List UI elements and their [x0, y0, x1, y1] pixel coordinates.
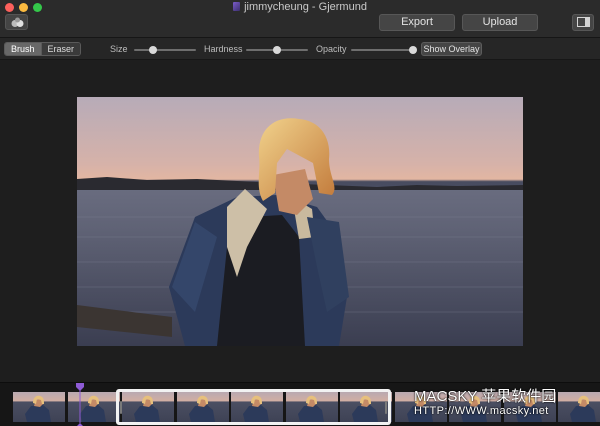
opacity-slider[interactable]: [351, 46, 417, 54]
photo-preview[interactable]: [77, 97, 523, 346]
trim-start-handle[interactable]: [120, 401, 122, 414]
frame-thumbnail-image: [25, 395, 51, 422]
watermark-line-2: HTTP://WWW.macsky.net: [414, 405, 549, 417]
document-icon: [233, 2, 241, 11]
eraser-mode-button[interactable]: Eraser: [40, 43, 81, 55]
hardness-slider[interactable]: [246, 46, 308, 54]
adjustments-button[interactable]: [5, 14, 28, 30]
size-label: Size: [110, 44, 128, 54]
toggle-sidebar-button[interactable]: [572, 14, 594, 31]
watermark-line-1: MACSKY 苹果软件园: [414, 388, 557, 405]
filmstrip-frame[interactable]: [13, 392, 65, 422]
trim-end-handle[interactable]: [385, 401, 387, 414]
window-title: jimmycheung - Gjermund: [244, 1, 367, 13]
brush-toolbar: Brush Eraser Size Hardness Opacity Show …: [0, 38, 600, 60]
editing-canvas[interactable]: [0, 61, 600, 382]
show-overlay-button[interactable]: Show Overlay: [421, 42, 482, 56]
brush-mode-button[interactable]: Brush: [5, 43, 41, 55]
portrait-photo-image: [77, 118, 523, 346]
circles-icon: [11, 17, 24, 27]
mode-segmented-control: Brush Eraser: [4, 42, 82, 56]
hardness-label: Hardness: [204, 44, 243, 54]
title-bar: jimmycheung - Gjermund Export Upload: [0, 0, 600, 38]
hardness-slider-knob[interactable]: [273, 46, 281, 54]
sidebar-icon: [577, 17, 590, 27]
upload-button[interactable]: Upload: [462, 14, 538, 31]
window-title-area: jimmycheung - Gjermund: [0, 1, 600, 13]
opacity-slider-knob[interactable]: [409, 46, 417, 54]
watermark: MACSKY 苹果软件园 HTTP://WWW.macsky.net: [414, 388, 599, 418]
opacity-label: Opacity: [316, 44, 347, 54]
trim-selection[interactable]: [116, 389, 391, 425]
export-button[interactable]: Export: [379, 14, 455, 31]
size-slider-knob[interactable]: [148, 46, 157, 54]
size-slider[interactable]: [134, 46, 196, 54]
playhead-marker[interactable]: [76, 383, 84, 426]
